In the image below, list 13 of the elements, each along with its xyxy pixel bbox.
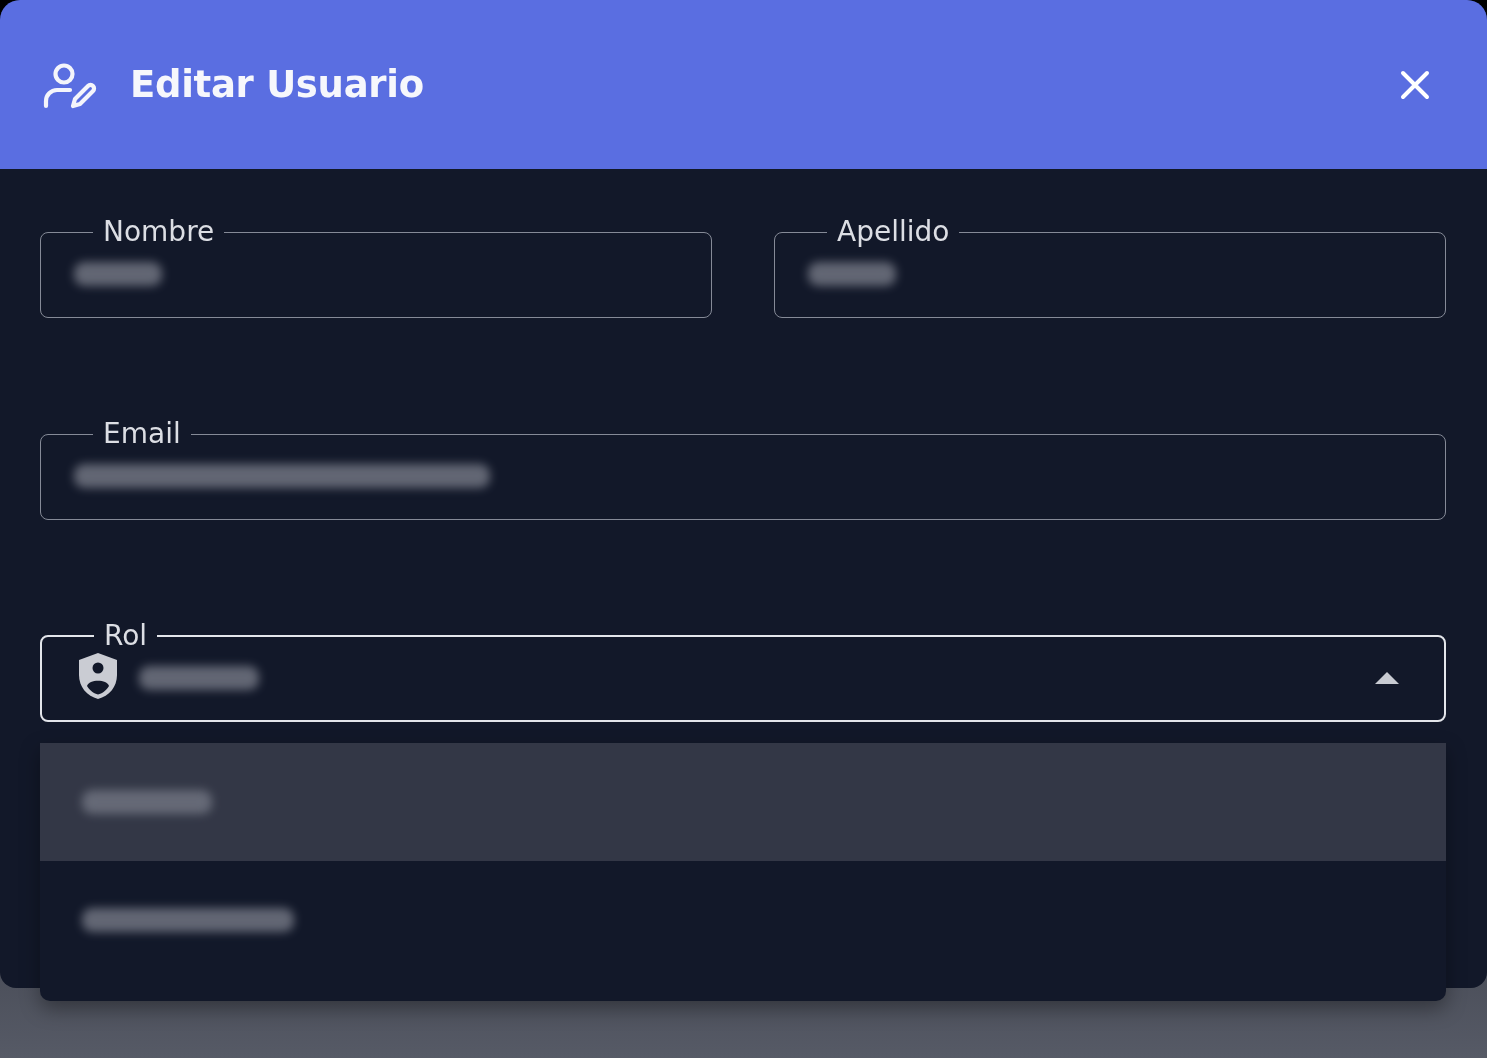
field-label: Email [102, 419, 182, 449]
shield-user-icon [77, 652, 119, 700]
field-label: Apellido [836, 217, 951, 247]
input-field[interactable]: Email [40, 419, 1446, 520]
field-label: Nombre [102, 217, 216, 247]
dropdown-option[interactable] [40, 743, 1446, 861]
dialog-title: Editar Usuario [130, 63, 424, 106]
input-field[interactable]: Nombre [40, 217, 712, 318]
close-icon [1400, 69, 1430, 100]
role-select[interactable]: Rol [40, 621, 1446, 722]
user-edit-icon [42, 62, 98, 109]
input-field[interactable]: Apellido [774, 217, 1446, 318]
field-label: Rol [103, 621, 149, 651]
